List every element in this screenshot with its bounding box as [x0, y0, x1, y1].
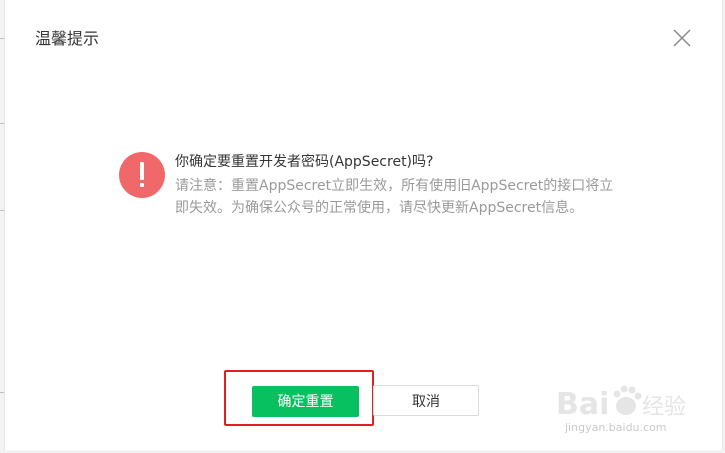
svg-text:经验: 经验 — [642, 395, 686, 420]
message-title: 你确定要重置开发者密码(AppSecret)吗? — [175, 154, 434, 170]
screen: 温馨提示 你确定要重置开发者密码(AppSecret)吗? 请注意：重置AppS… — [0, 0, 725, 453]
cancel-button[interactable]: 取消 — [373, 385, 479, 416]
dialog-title: 温馨提示 — [35, 29, 100, 48]
watermark-url: jingyan.baidu.com — [565, 421, 667, 434]
close-button[interactable] — [671, 27, 693, 49]
svg-text:Bai: Bai — [556, 387, 609, 422]
warning-icon — [119, 152, 165, 198]
message-description: 请注意：重置AppSecret立即生效，所有使用旧AppSecret的接口将立即… — [175, 178, 614, 216]
close-icon — [673, 29, 691, 47]
confirm-reset-button[interactable]: 确定重置 — [252, 386, 359, 417]
